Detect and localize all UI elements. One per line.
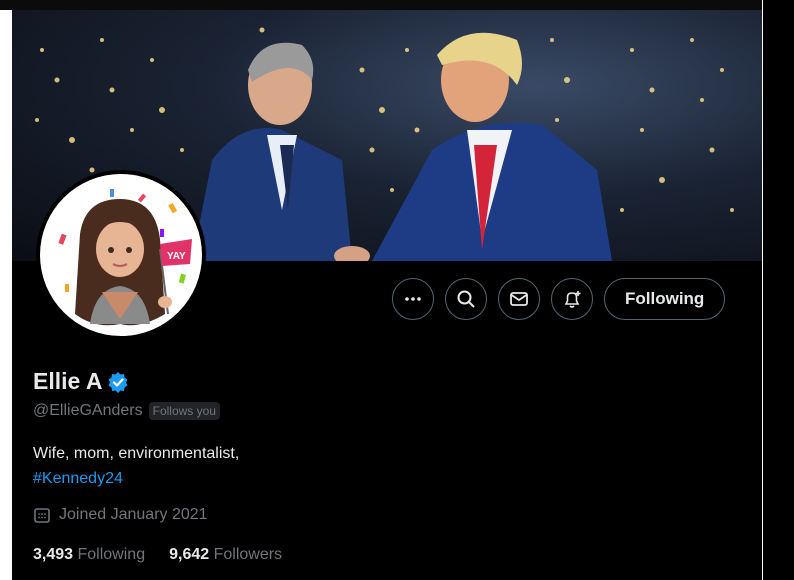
profile-bio: Wife, mom, environmentalist, #Kennedy24 [33, 441, 239, 491]
following-label: Following [77, 546, 146, 563]
following-stat-link[interactable]: 3,493 Following [33, 546, 145, 564]
profile-frame: YAY Following Ellie A @EllieGAnders Foll… [12, 10, 762, 580]
profile-name-row: Ellie A [33, 368, 129, 395]
user-handle: @EllieGAnders [33, 402, 143, 419]
right-edge-strip [762, 0, 794, 580]
bio-hashtag-link[interactable]: #Kennedy24 [33, 466, 239, 491]
joined-date: Joined January 2021 [59, 506, 208, 523]
search-icon [457, 290, 475, 308]
profile-actions: Following [392, 277, 726, 321]
mail-icon [510, 292, 528, 306]
bitmoji-avatar-image: YAY [58, 189, 192, 326]
bio-text: Wife, mom, environmentalist, [33, 445, 240, 462]
joined-date-row: Joined January 2021 [33, 506, 208, 524]
search-profile-button[interactable] [445, 278, 487, 320]
following-count: 3,493 [33, 546, 74, 563]
calendar-icon [34, 508, 50, 523]
followers-label: Followers [213, 546, 283, 563]
more-button[interactable] [392, 278, 434, 320]
profile-handle-row: @EllieGAnders Follows you [33, 402, 220, 420]
svg-text:YAY: YAY [167, 251, 186, 262]
followers-stat-link[interactable]: 9,642 Followers [169, 546, 282, 564]
profile-stats: 3,493 Following 9,642 Followers [33, 546, 282, 564]
banner-figure-left [192, 42, 352, 261]
notify-button[interactable] [551, 278, 593, 320]
top-edge-strip [0, 0, 794, 10]
verified-badge-icon[interactable] [107, 371, 129, 393]
followers-count: 9,642 [169, 546, 210, 563]
profile-avatar[interactable]: YAY [36, 170, 206, 340]
display-name: Ellie A [33, 368, 103, 394]
follows-you-badge: Follows you [148, 402, 220, 420]
following-button[interactable]: Following [604, 278, 726, 320]
banner-figure-right [372, 32, 612, 261]
message-button[interactable] [498, 278, 540, 320]
bell-plus-icon [564, 291, 581, 308]
more-icon [405, 297, 421, 301]
